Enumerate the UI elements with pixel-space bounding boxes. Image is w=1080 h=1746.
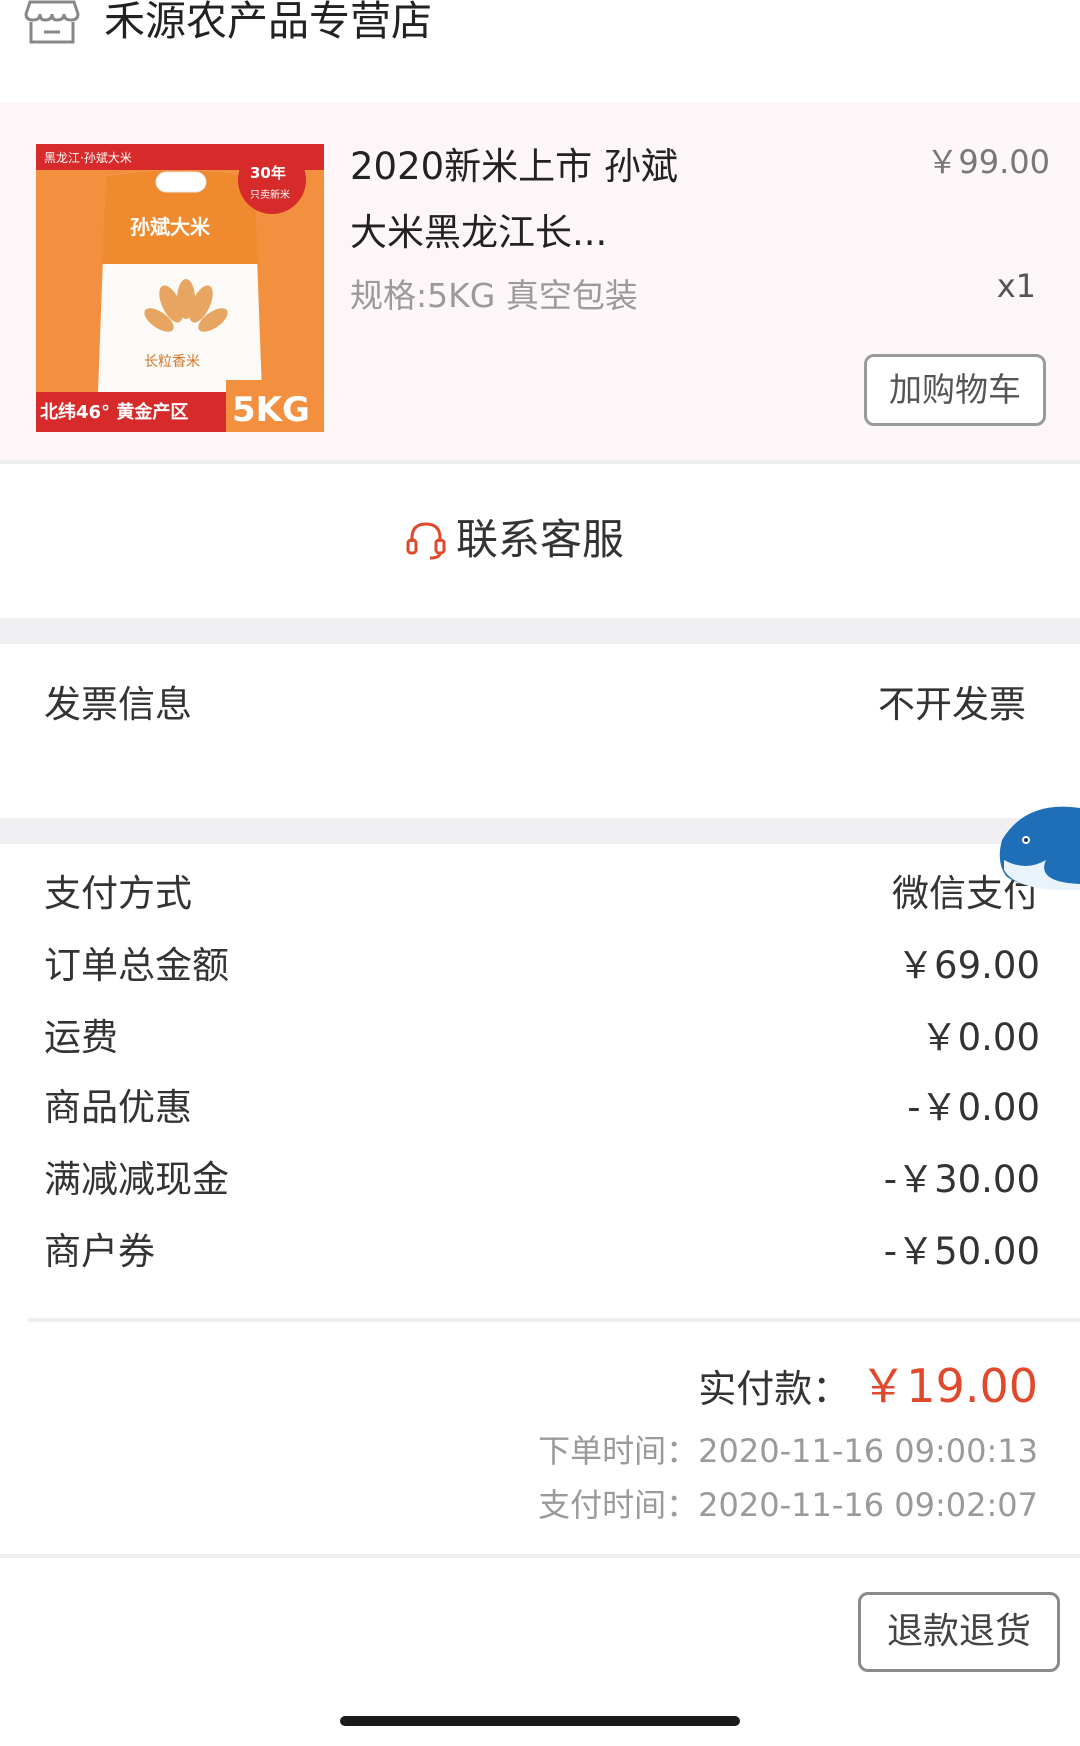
contact-service-button[interactable]: 联系客服	[404, 510, 624, 570]
order-time-value: 2020-11-16 09:00:13	[698, 1432, 1038, 1470]
product-title[interactable]: 2020新米上市 孙斌大米黑龙江长...	[350, 134, 680, 266]
image-variety: 长粒香米	[144, 354, 200, 370]
product-quantity: x1	[996, 267, 1036, 305]
summary-row-product-discount: 商品优惠 -￥0.00	[44, 1078, 1040, 1138]
summary-label: 满减减现金	[44, 1158, 229, 1201]
whale-icon[interactable]	[996, 800, 1080, 890]
summary-label: 商户券	[44, 1230, 155, 1273]
rice-bag-illustration: 黑龙江·孙斌大米 孙斌大米 长粒香米 30年 只卖新米 北纬46° 黄金产区 5…	[36, 144, 324, 432]
summary-value: ￥69.00	[897, 944, 1040, 987]
summary-row-payment-method: 支付方式 微信支付	[44, 864, 1040, 924]
refund-return-button[interactable]: 退款退货	[858, 1592, 1060, 1672]
summary-value: -￥50.00	[883, 1230, 1040, 1273]
section-gap	[0, 818, 1080, 844]
product-card[interactable]: 黑龙江·孙斌大米 孙斌大米 长粒香米 30年 只卖新米 北纬46° 黄金产区 5…	[0, 102, 1080, 460]
product-image[interactable]: 黑龙江·孙斌大米 孙斌大米 长粒香米 30年 只卖新米 北纬46° 黄金产区 5…	[36, 144, 324, 432]
image-weight: 5KG	[232, 390, 310, 430]
summary-value: ￥0.00	[920, 1016, 1040, 1059]
product-spec: 规格:5KG 真空包装	[350, 276, 638, 315]
summary-label: 商品优惠	[44, 1086, 192, 1129]
add-to-cart-button[interactable]: 加购物车	[864, 354, 1046, 426]
divider	[0, 1554, 1080, 1558]
order-time-row: 下单时间：2020-11-16 09:00:13	[538, 1426, 1038, 1476]
invoice-row[interactable]: 发票信息 不开发票	[0, 644, 1080, 820]
image-top-banner: 黑龙江·孙斌大米	[44, 151, 132, 165]
section-gap	[0, 618, 1080, 644]
divider	[0, 460, 1080, 464]
summary-label: 订单总金额	[44, 944, 229, 987]
summary-row-shipping: 运费 ￥0.00	[44, 1008, 1040, 1068]
store-header[interactable]: 禾源农产品专营店	[0, 0, 1080, 100]
pay-time-label: 支付时间：	[538, 1486, 699, 1524]
summary-row-order-total: 订单总金额 ￥69.00	[44, 936, 1040, 996]
summary-label: 运费	[44, 1016, 118, 1059]
pay-time-value: 2020-11-16 09:02:07	[698, 1486, 1038, 1524]
divider	[28, 1318, 1080, 1322]
image-brand: 孙斌大米	[130, 215, 211, 239]
summary-row-merchant-coupon: 商户券 -￥50.00	[44, 1222, 1040, 1282]
summary-row-cash-reduction: 满减减现金 -￥30.00	[44, 1150, 1040, 1210]
paid-label: 实付款：	[698, 1367, 851, 1411]
invoice-label: 发票信息	[44, 683, 192, 726]
service-row: 联系客服	[0, 466, 1080, 616]
image-badge-years: 30年	[250, 164, 286, 182]
home-indicator[interactable]	[340, 1716, 740, 1726]
invoice-value: 不开发票	[878, 683, 1026, 726]
product-price: ￥99.00	[926, 143, 1050, 181]
contact-service-label: 联系客服	[456, 515, 625, 564]
summary-label: 支付方式	[44, 872, 192, 915]
order-time-label: 下单时间：	[538, 1432, 699, 1470]
image-bottom-banner: 北纬46° 黄金产区	[40, 401, 188, 423]
paid-amount: ￥19.00	[860, 1359, 1038, 1413]
headset-icon	[406, 522, 446, 560]
store-icon	[24, 0, 80, 44]
pay-time-row: 支付时间：2020-11-16 09:02:07	[538, 1480, 1038, 1530]
summary-value: -￥0.00	[907, 1086, 1040, 1129]
paid-total: 实付款： ￥19.00	[698, 1350, 1038, 1420]
order-summary: 支付方式 微信支付 订单总金额 ￥69.00 运费 ￥0.00 商品优惠 -￥0…	[0, 846, 1080, 1326]
image-badge-sub: 只卖新米	[250, 188, 290, 201]
summary-value: -￥30.00	[883, 1158, 1040, 1201]
store-name: 禾源农产品专营店	[104, 0, 432, 45]
